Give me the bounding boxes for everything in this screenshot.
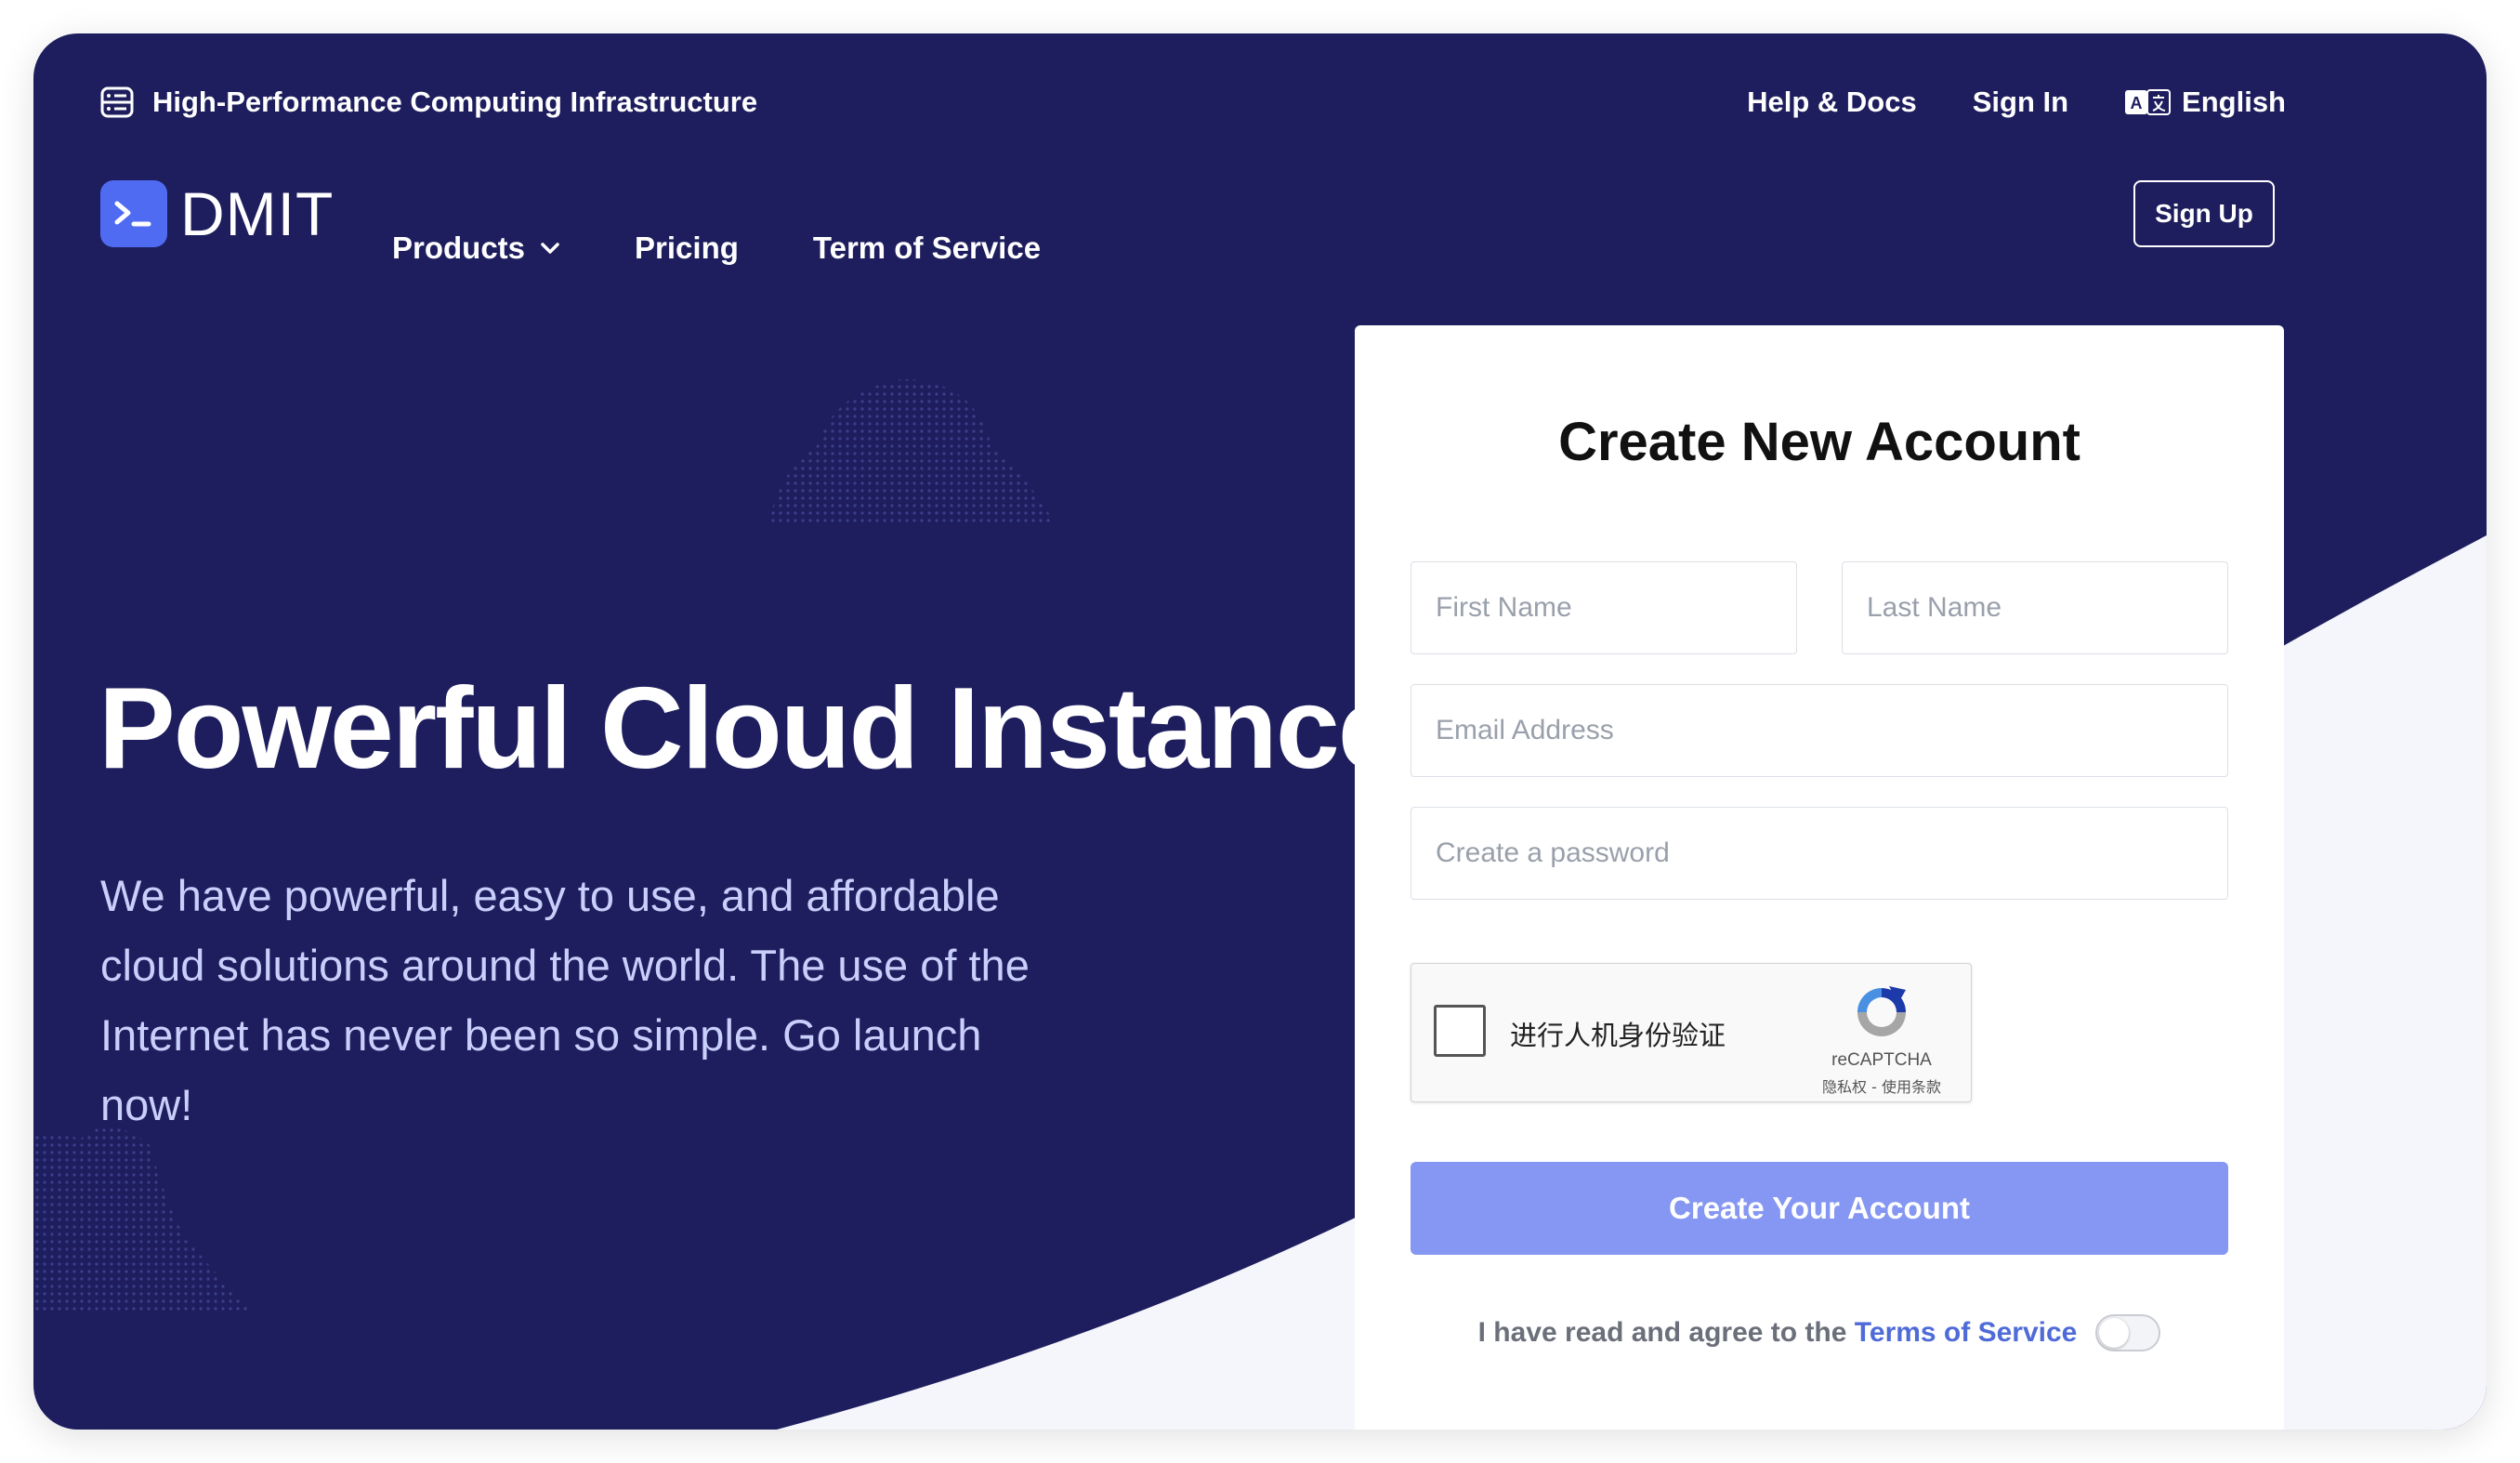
terminal-icon xyxy=(100,180,167,247)
topbar-tagline: High-Performance Computing Infrastructur… xyxy=(100,86,757,119)
recaptcha-logo-icon xyxy=(1857,986,1906,1036)
main-nav: Products Pricing Term of Service xyxy=(392,231,1041,266)
recaptcha-links[interactable]: 隐私权 - 使用条款 xyxy=(1817,1074,1947,1097)
agree-toggle[interactable] xyxy=(2095,1314,2161,1351)
tagline-text: High-Performance Computing Infrastructur… xyxy=(152,86,758,118)
hero-description: We have powerful, easy to use, and affor… xyxy=(100,871,1030,1129)
recaptcha-brand: reCAPTCHA xyxy=(1831,1050,1932,1070)
agree-text: I have read and agree to the Terms of Se… xyxy=(1478,1317,2078,1349)
recaptcha-widget: 进行人机身份验证 reCAPTCHA 隐私权 - 使用条款 xyxy=(1411,963,1972,1102)
chevron-down-icon xyxy=(541,243,559,254)
email-field[interactable] xyxy=(1411,684,2228,777)
agree-prefix: I have read and agree to the xyxy=(1477,1317,1847,1348)
toggle-knob xyxy=(2099,1318,2130,1348)
language-selector[interactable]: A English xyxy=(2124,86,2286,119)
terms-of-service-link[interactable]: Terms of Service xyxy=(1855,1317,2078,1348)
language-label: English xyxy=(2182,86,2286,118)
nav-products-label: Products xyxy=(392,231,526,265)
decorative-dot-blob-top xyxy=(768,379,1056,524)
sign-in-link[interactable]: Sign In xyxy=(1973,86,2068,119)
create-account-button[interactable]: Create Your Account xyxy=(1411,1162,2228,1255)
translate-icon: A xyxy=(2125,89,2172,115)
brand-logo[interactable]: DMIT xyxy=(100,180,334,247)
page-window: High-Performance Computing Infrastructur… xyxy=(33,33,2487,1430)
brand-name: DMIT xyxy=(180,179,335,248)
signup-form-card: Create New Account 进行人机身份验证 reCAPTCHA 隐私… xyxy=(1355,325,2284,1430)
server-icon xyxy=(100,86,134,118)
nav-products[interactable]: Products xyxy=(392,231,560,266)
password-field[interactable] xyxy=(1411,807,2228,900)
nav-pricing[interactable]: Pricing xyxy=(635,231,739,266)
decorative-dot-blob-bottom xyxy=(33,1127,252,1312)
form-title: Create New Account xyxy=(1558,412,2080,472)
sign-up-button[interactable]: Sign Up xyxy=(2133,180,2275,247)
recaptcha-branding: reCAPTCHA 隐私权 - 使用条款 xyxy=(1817,982,1947,1097)
last-name-field[interactable] xyxy=(1842,561,2228,654)
recaptcha-checkbox[interactable] xyxy=(1434,1005,1486,1057)
svg-text:A: A xyxy=(2131,94,2143,112)
recaptcha-label: 进行人机身份验证 xyxy=(1510,1020,1726,1051)
hero-title: Powerful Cloud Instance xyxy=(98,665,1402,793)
first-name-field[interactable] xyxy=(1411,561,1797,654)
topbar-links: Help & Docs Sign In A English xyxy=(1747,86,2286,119)
help-docs-link[interactable]: Help & Docs xyxy=(1747,86,1917,119)
terms-agreement: I have read and agree to the Terms of Se… xyxy=(1355,1314,2284,1351)
nav-terms[interactable]: Term of Service xyxy=(813,231,1041,266)
